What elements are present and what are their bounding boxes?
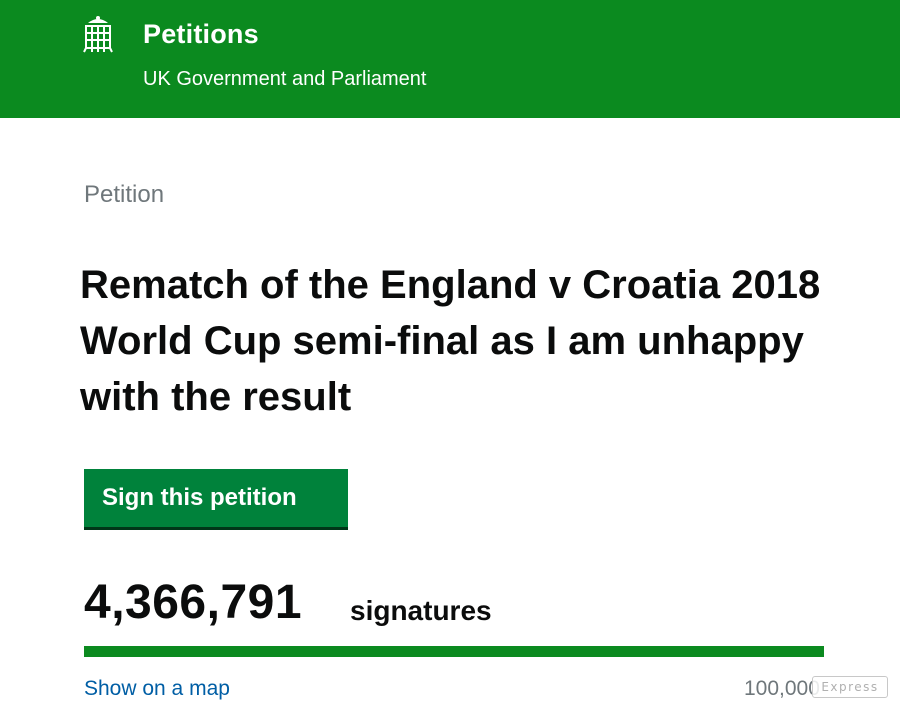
site-title-link[interactable]: Petitions	[143, 19, 259, 50]
sign-petition-button[interactable]: Sign this petition	[84, 469, 348, 530]
signature-count: 4,366,791	[84, 576, 303, 629]
site-subtitle: UK Government and Parliament	[143, 68, 427, 90]
portcullis-icon	[83, 16, 113, 53]
signature-progress-bar	[84, 646, 824, 657]
signature-progress-fill	[84, 646, 824, 657]
petition-caption: Petition	[84, 181, 165, 208]
signature-threshold: 100,000	[744, 677, 820, 700]
petition-title: Rematch of the England v Croatia 2018 Wo…	[80, 263, 821, 419]
show-on-map-link[interactable]: Show on a map	[84, 677, 230, 701]
express-watermark: Express	[812, 676, 888, 698]
site-header: Petitions UK Government and Parliament	[0, 0, 900, 118]
signature-count-label: signatures	[350, 595, 492, 626]
